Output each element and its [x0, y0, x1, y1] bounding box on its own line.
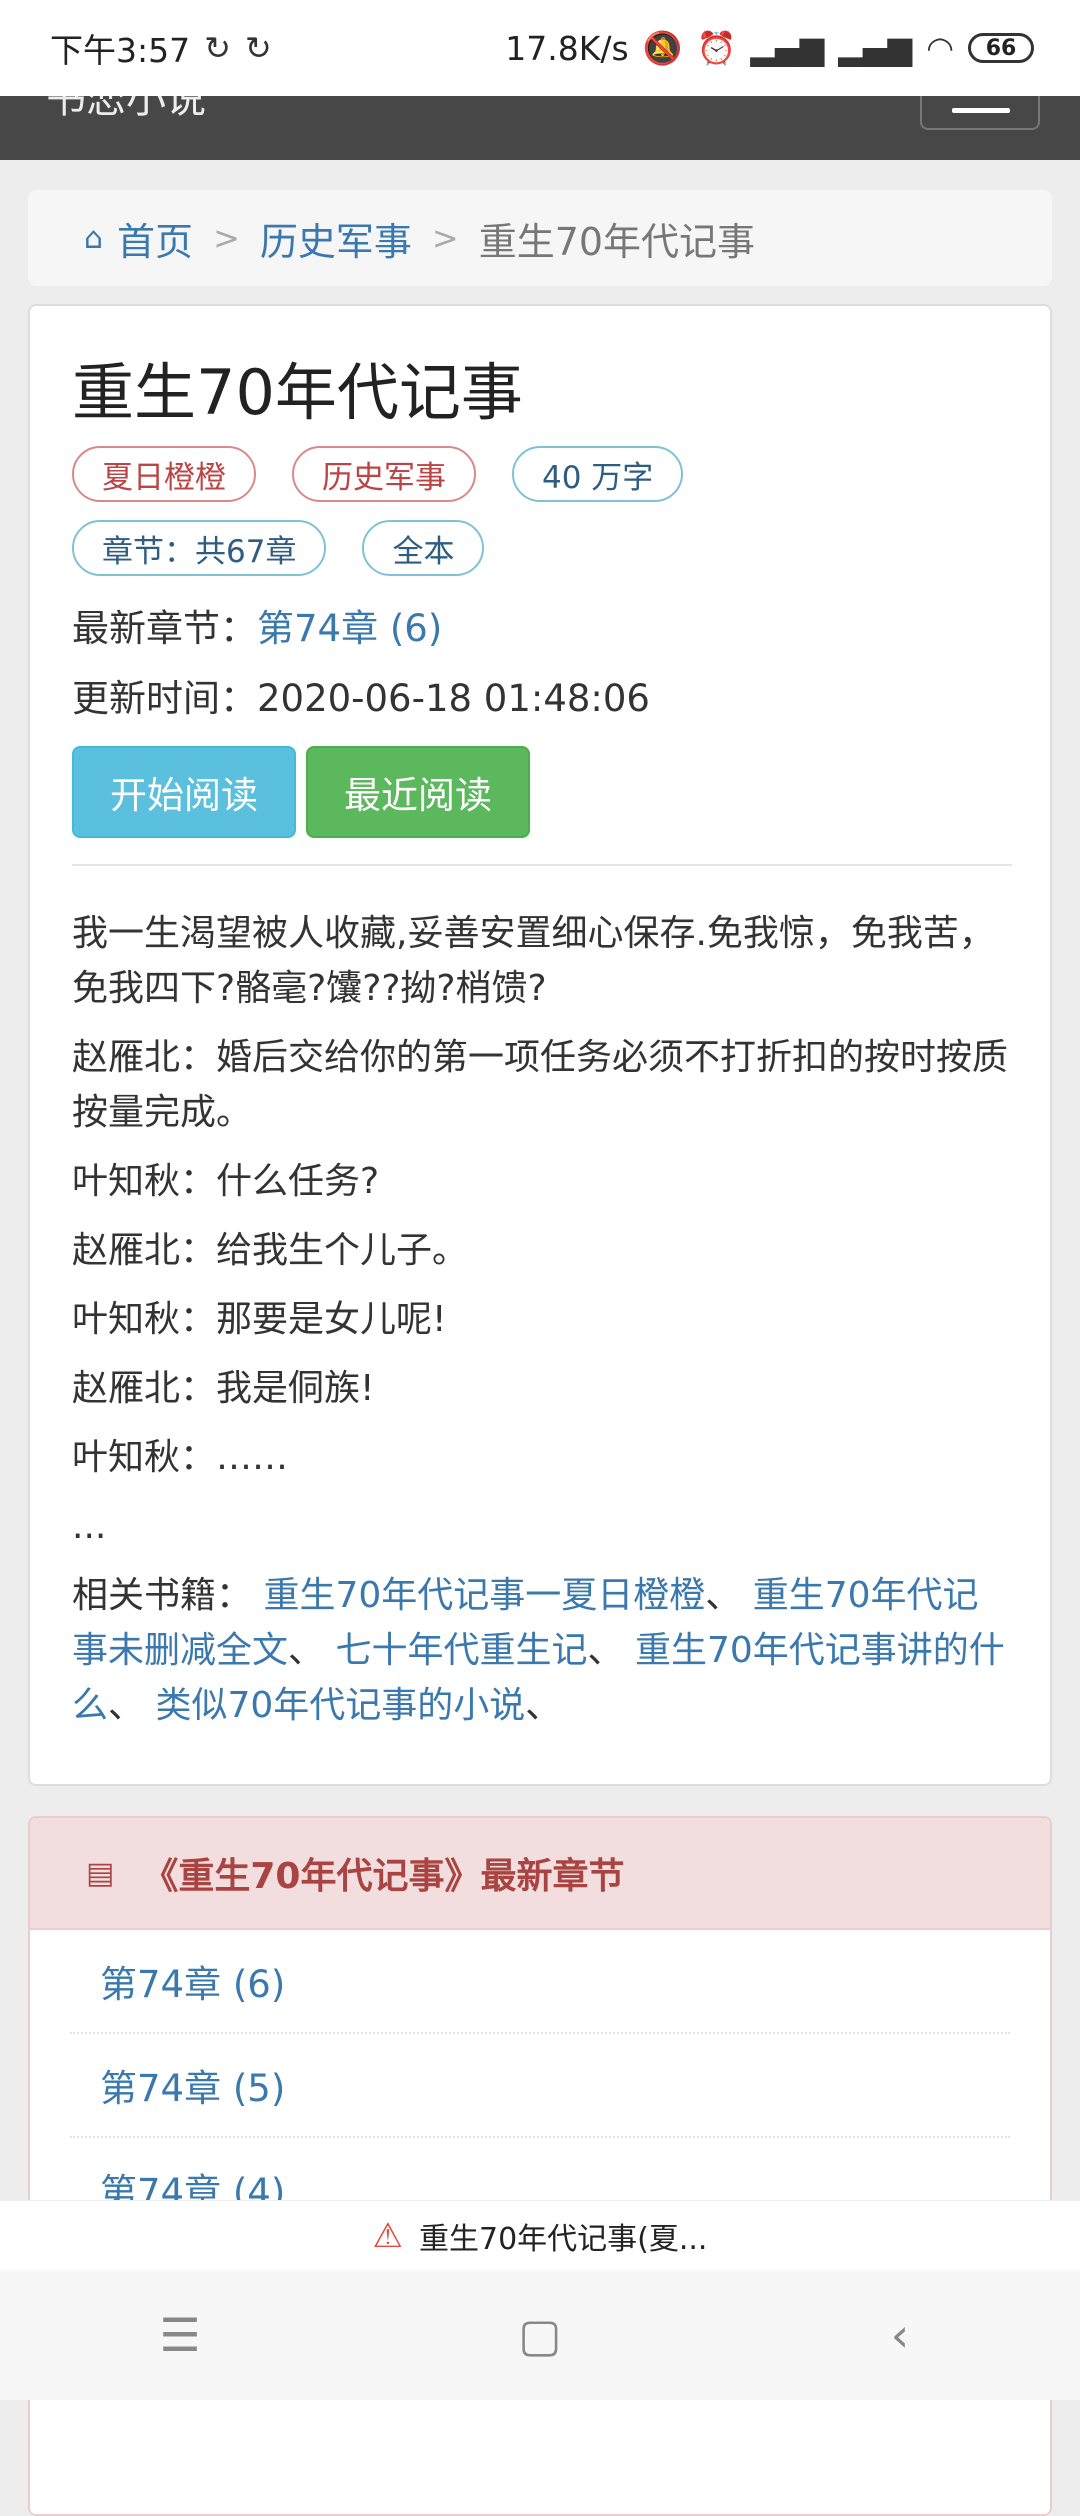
breadcrumb-separator: >	[431, 219, 459, 257]
book-title: 重生70年代记事	[72, 356, 523, 429]
related-sep: 、	[108, 1685, 145, 1726]
mute-bell-icon: 🔕	[642, 29, 683, 67]
breadcrumb-current: 重生70年代记事	[478, 219, 756, 264]
hamburger-icon	[952, 108, 1010, 113]
intro-paragraph: 赵雁北：给我生个儿子。	[72, 1230, 469, 1271]
chapter-link[interactable]: 第74章 (6)	[70, 1930, 1010, 2034]
intro-paragraph: 赵雁北：我是侗族!	[72, 1368, 375, 1409]
latest-chapters-title: 《重生70年代记事》最新章节	[142, 1856, 625, 1897]
breadcrumb-home[interactable]: 首页	[117, 211, 193, 266]
book-info-card: 重生70年代记事 夏日橙橙 历史军事 40 万字 章节：共67章 全本 最新章节…	[28, 304, 1052, 1786]
related-label: 相关书籍：	[72, 1575, 253, 1616]
status-tag: 全本	[362, 520, 485, 576]
related-book-link[interactable]: 类似70年代记事的小说	[155, 1685, 525, 1726]
home-icon: ⌂	[84, 220, 104, 256]
related-sep: 、	[587, 1630, 624, 1671]
chapter-count-tag: 章节：共67章	[72, 520, 327, 576]
wifi-icon: ◠	[926, 29, 954, 67]
intro-paragraph: ...	[72, 1506, 107, 1547]
breadcrumb: ⌂ 首页 > 历史军事 > 重生70年代记事	[28, 190, 1052, 286]
clock: 下午3:57	[50, 31, 191, 70]
book-intro: 我一生渴望被人收藏,妥善安置细心保存.免我惊，免我苦，免我四下?骼毫?馕??拗?…	[72, 906, 1012, 1747]
list-icon: ▤	[86, 1855, 115, 1891]
system-nav-bar: ☰ ▢ ‹	[0, 2270, 1080, 2400]
battery-icon: 66	[968, 33, 1034, 63]
update-time-line: 更新时间：2020-06-18 01:48:06	[72, 668, 650, 722]
chapter-link[interactable]: 第74章 (5)	[70, 2034, 1010, 2138]
intro-paragraph: 赵雁北：婚后交给你的第一项任务必须不打折扣的按时按质按量完成。	[72, 1037, 1009, 1133]
word-count-tag: 40 万字	[512, 446, 684, 502]
book-tags: 夏日橙橙 历史军事 40 万字 章节：共67章 全本	[72, 446, 1032, 594]
intro-paragraph: 我一生渴望被人收藏,妥善安置细心保存.免我惊，免我苦，免我四下?骼毫?馕??拗?…	[72, 913, 995, 1009]
signal-icon-2: ▂▄▆	[838, 29, 913, 67]
home-square-icon[interactable]: ▢	[480, 2308, 600, 2362]
related-book-link[interactable]: 重生70年代记事一夏日橙橙	[263, 1575, 705, 1616]
related-sep: 、	[705, 1575, 742, 1616]
recent-reading-button[interactable]: 最近阅读	[306, 746, 530, 838]
update-time-value: 2020-06-18 01:48:06	[257, 677, 650, 720]
sync-icon-2: ↻	[244, 29, 272, 67]
divider	[72, 864, 1012, 866]
site-brand[interactable]: 书恋小说	[46, 96, 206, 124]
site-navbar: 书恋小说	[0, 96, 1080, 160]
intro-paragraph: 叶知秋：……	[72, 1437, 289, 1478]
latest-chapter-line: 最新章节：第74章 (6)	[72, 598, 442, 652]
notification-text: 重生70年代记事(夏...	[418, 2222, 708, 2257]
breadcrumb-separator: >	[213, 219, 240, 257]
category-tag[interactable]: 历史军事	[292, 446, 476, 502]
warning-icon: ⚠	[372, 2216, 403, 2256]
latest-chapters-heading: ▤ 《重生70年代记事》最新章节	[30, 1818, 1050, 1930]
menu-toggle-button[interactable]	[920, 96, 1040, 130]
breadcrumb-category[interactable]: 历史军事	[260, 211, 412, 266]
intro-paragraph: 叶知秋：那要是女儿呢!	[72, 1299, 447, 1340]
related-book-link[interactable]: 七十年代重生记	[335, 1630, 587, 1671]
related-sep: 、	[288, 1630, 325, 1671]
network-speed: 17.8K/s	[505, 28, 629, 68]
related-books: 相关书籍： 重生70年代记事一夏日橙橙、 重生70年代记事未删减全文、 七十年代…	[72, 1568, 1012, 1733]
start-reading-button[interactable]: 开始阅读	[72, 746, 296, 838]
signal-icon: ▂▄▆	[750, 29, 825, 67]
sync-icon: ↻	[204, 29, 231, 67]
update-time-label: 更新时间：	[72, 677, 257, 720]
latest-chapter-link[interactable]: 第74章 (6)	[257, 607, 442, 650]
latest-chapter-label: 最新章节：	[72, 607, 257, 650]
intro-paragraph: 叶知秋：什么任务?	[72, 1161, 380, 1202]
download-notification[interactable]: ⚠ 重生70年代记事(夏...	[0, 2200, 1080, 2271]
alarm-icon: ⏰	[696, 29, 737, 67]
menu-icon[interactable]: ☰	[120, 2308, 240, 2362]
latest-chapters-panel: ▤ 《重生70年代记事》最新章节 第74章 (6) 第74章 (5) 第74章 …	[28, 1816, 1052, 2516]
author-tag[interactable]: 夏日橙橙	[72, 446, 256, 502]
status-bar: 下午3:57 ↻ ↻ 17.8K/s 🔕 ⏰ ▂▄▆ ▂▄▆ ◠ 66	[0, 0, 1080, 96]
back-icon[interactable]: ‹	[840, 2308, 960, 2362]
related-sep: 、	[525, 1685, 562, 1726]
